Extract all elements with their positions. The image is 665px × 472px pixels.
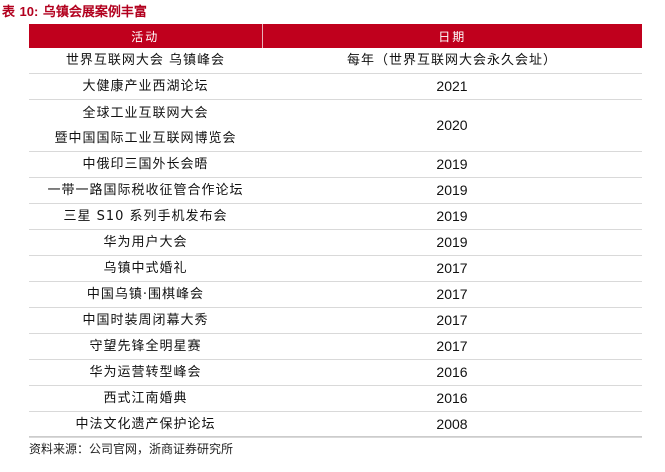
header-date: 日期	[262, 24, 642, 48]
table-row: 守望先锋全明星赛 2017	[29, 333, 642, 360]
activity-cell: 全球工业互联网大会暨中国国际工业互联网博览会	[29, 99, 262, 152]
activity-text: 暨中国国际工业互联网博览会	[54, 130, 237, 146]
table-row: 乌镇中式婚礼 2017	[29, 255, 642, 282]
table-row: 大健康产业西湖论坛 2021	[29, 73, 642, 100]
table-row: 三星 S10 系列手机发布会 2019	[29, 203, 642, 230]
activity-text: 华为运营转型峰会	[89, 365, 202, 380]
activity-cell: 中国乌镇·围棋峰会	[29, 281, 262, 308]
title-text: 乌镇会展案例丰富	[42, 5, 147, 20]
table-row: 全球工业互联网大会 暨中国国际工业互联网博览会 2020	[29, 99, 642, 152]
activity-cell: 中俄印三国外长会晤	[29, 151, 262, 178]
activity-text: 华为用户大会	[103, 235, 188, 250]
table-row: 一带一路国际税收征管合作论坛 2019	[29, 177, 642, 204]
activity-text: 中国时装周闭幕大秀	[82, 313, 209, 328]
activity-cell: 中国时装周闭幕大秀	[29, 307, 262, 334]
activity-cell: 守望先锋全明星赛	[29, 333, 262, 360]
activity-text: 大健康产业西湖论坛	[82, 79, 209, 94]
activity-text: 世界互联网大会 乌镇峰会	[65, 53, 226, 68]
table-title: 表 10: 乌镇会展案例丰富	[2, 2, 147, 22]
table-row: 华为运营转型峰会 2016	[29, 359, 642, 386]
date-cell: 2020	[262, 99, 642, 152]
date-cell: 2016	[262, 359, 642, 386]
activity-cell: 中法文化遗产保护论坛	[29, 411, 262, 438]
activity-text: 中俄印三国外长会晤	[82, 157, 209, 172]
date-cell: 2017	[262, 333, 642, 360]
table-row: 中国时装周闭幕大秀 2017	[29, 307, 642, 334]
activity-text: 中国乌镇·围棋峰会	[86, 287, 205, 302]
activity-cell: 世界互联网大会 乌镇峰会	[29, 48, 262, 74]
activity-cell: 乌镇中式婚礼	[29, 255, 262, 282]
activity-cell: 西式江南婚典	[29, 385, 262, 412]
activity-text: 三星 S10 系列手机发布会	[63, 209, 228, 224]
date-cell: 2021	[262, 73, 642, 100]
activity-text: 乌镇中式婚礼	[103, 261, 188, 276]
date-cell: 2019	[262, 203, 642, 230]
date-cell: 2008	[262, 411, 642, 438]
bottom-divider	[29, 436, 642, 437]
table-body: 世界互联网大会 乌镇峰会 每年（世界互联网大会永久会址） 大健康产业西湖论坛 2021…	[29, 48, 642, 438]
activity-text: 一带一路国际税收征管合作论坛	[47, 183, 244, 198]
date-cell: 2017	[262, 307, 642, 334]
table-row: 华为用户大会 2019	[29, 229, 642, 256]
title-prefix: 表	[2, 5, 16, 20]
activity-cell: 大健康产业西湖论坛	[29, 73, 262, 100]
activity-cell: 一带一路国际税收征管合作论坛	[29, 177, 262, 204]
events-table: 活动 日期 世界互联网大会 乌镇峰会 每年（世界互联网大会永久会址） 大健康产业西湖…	[29, 24, 642, 438]
activity-cell: 华为用户大会	[29, 229, 262, 256]
table-row: 西式江南婚典 2016	[29, 385, 642, 412]
date-cell: 2019	[262, 177, 642, 204]
table-row: 世界互联网大会 乌镇峰会 每年（世界互联网大会永久会址）	[29, 48, 642, 74]
activity-cell: 华为运营转型峰会	[29, 359, 262, 386]
activity-cell: 三星 S10 系列手机发布会	[29, 203, 262, 230]
title-number: 10:	[19, 4, 39, 19]
table-row: 中俄印三国外长会晤 2019	[29, 151, 642, 178]
table-header-row: 活动 日期	[29, 24, 642, 48]
date-cell: 2019	[262, 229, 642, 256]
header-activity: 活动	[29, 24, 263, 48]
source-note: 资料来源：公司官网，浙商证券研究所	[29, 442, 234, 456]
activity-text: 守望先锋全明星赛	[89, 339, 202, 354]
activity-text: 西式江南婚典	[103, 391, 188, 406]
date-cell: 2016	[262, 385, 642, 412]
date-cell: 2019	[262, 151, 642, 178]
date-cell: 2017	[262, 281, 642, 308]
activity-text: 全球工业互联网大会	[82, 105, 209, 121]
date-cell: 2017	[262, 255, 642, 282]
date-cell: 每年（世界互联网大会永久会址）	[262, 48, 642, 74]
table-row: 中国乌镇·围棋峰会 2017	[29, 281, 642, 308]
activity-text: 中法文化遗产保护论坛	[75, 417, 216, 432]
table-row: 中法文化遗产保护论坛 2008	[29, 411, 642, 438]
